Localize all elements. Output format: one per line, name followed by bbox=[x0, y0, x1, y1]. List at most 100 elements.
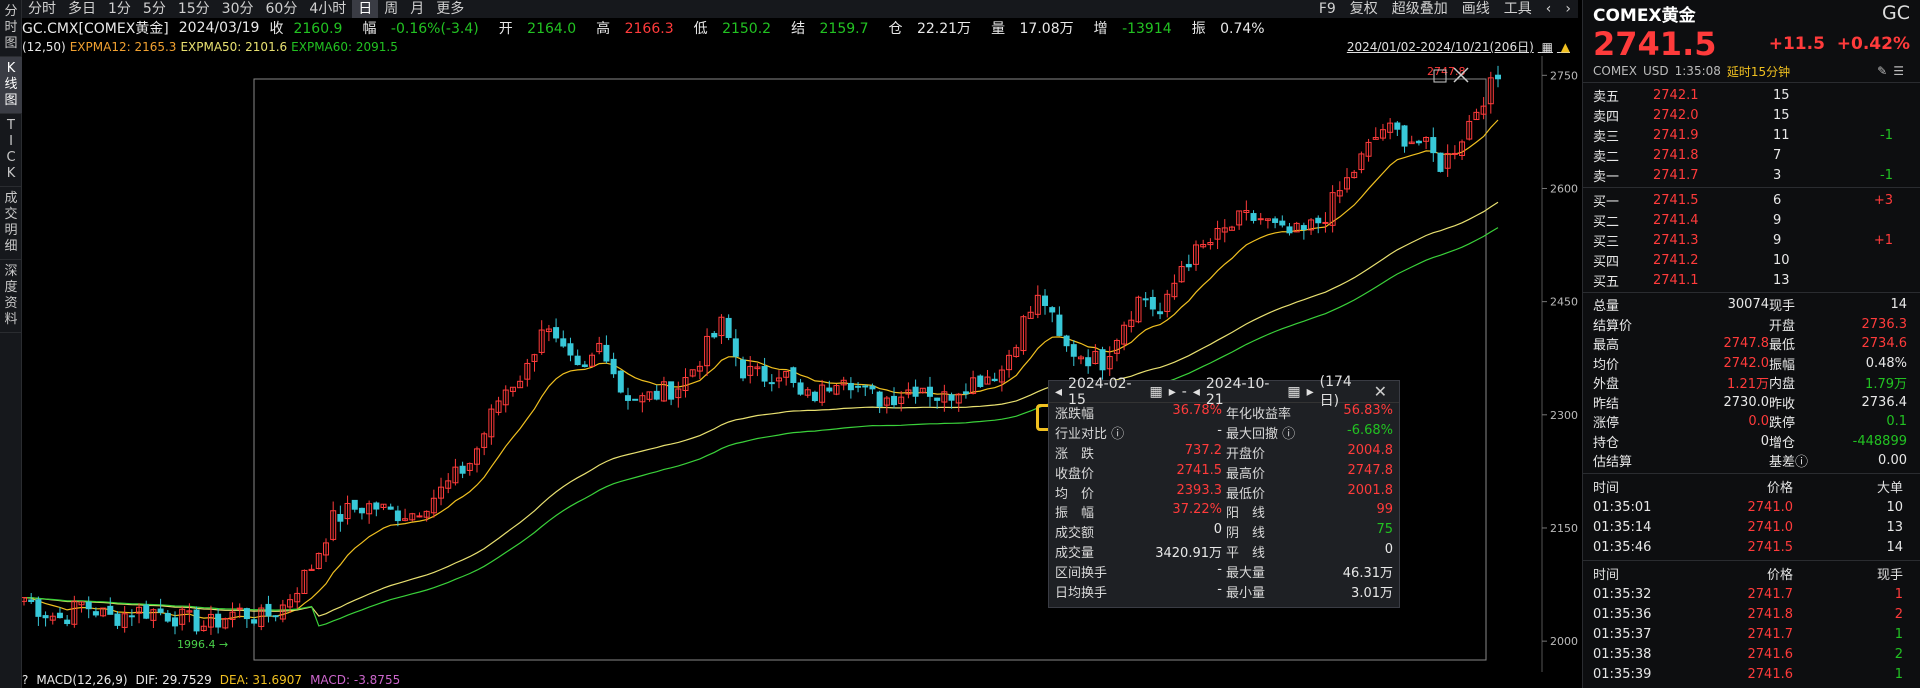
candle-body bbox=[991, 378, 998, 382]
candle-body bbox=[826, 387, 833, 392]
price: 2741.6 bbox=[1747, 667, 1794, 682]
rail-kline[interactable]: K 线 图 bbox=[0, 57, 22, 114]
stat-value: 2734.6 bbox=[1861, 336, 1908, 352]
orderbook-row: 买四 2741.2 10 bbox=[1583, 250, 1920, 270]
macd-label: MACD(12,26,9) bbox=[36, 673, 128, 687]
stat-label: 涨跌幅 bbox=[1055, 407, 1095, 423]
f9-button[interactable]: F9 bbox=[1312, 0, 1343, 18]
period-day[interactable]: 日 bbox=[352, 0, 379, 18]
period-month[interactable]: 月 bbox=[404, 0, 430, 18]
next-start-icon[interactable]: ▸ bbox=[1169, 384, 1176, 400]
adjust-button[interactable]: 复权 bbox=[1343, 0, 1385, 18]
popup-row: 行业对比 ⓘ - 最大回撤 ⓘ -6.68% bbox=[1049, 423, 1399, 443]
candle-body bbox=[761, 366, 768, 382]
rail-tick[interactable]: T I C K bbox=[0, 114, 22, 187]
left-rail: 分 时 图 K 线 图 T I C K 成 交 明 细 深 度 资 料 bbox=[0, 0, 22, 688]
popup-cell: 阳 线 99 bbox=[1224, 502, 1395, 521]
period-30min[interactable]: 30分 bbox=[216, 0, 260, 18]
macd-help-icon[interactable]: ? bbox=[22, 673, 28, 687]
stat-value: 46.31万 bbox=[1342, 565, 1393, 581]
calendar-end-icon[interactable]: ▦ bbox=[1287, 384, 1300, 400]
stat-value: 0 bbox=[1213, 522, 1222, 538]
time: 01:35:32 bbox=[1593, 587, 1652, 602]
period-week[interactable]: 周 bbox=[378, 0, 404, 18]
time: 01:35:01 bbox=[1593, 500, 1652, 515]
candle-body bbox=[1401, 125, 1408, 147]
y-tick-label: 2000 bbox=[1550, 635, 1578, 648]
stat-value: 2736.4 bbox=[1861, 394, 1908, 410]
expand-icon[interactable]: › bbox=[1558, 0, 1578, 18]
close-icon[interactable]: ✕ bbox=[1374, 382, 1387, 401]
candle-body bbox=[171, 617, 178, 627]
tick-row: 01:35:39 2741.6 1 bbox=[1583, 665, 1920, 685]
list-icon[interactable]: ☰ bbox=[1893, 64, 1904, 78]
period-15min[interactable]: 15分 bbox=[172, 0, 216, 18]
size: 10 bbox=[1886, 500, 1903, 515]
date-range[interactable]: 2024/01/02-2024/10/21(206日) ▦ ▲ bbox=[1347, 38, 1574, 55]
stat-value: 3.01万 bbox=[1351, 585, 1393, 601]
next-end-icon[interactable]: ▸ bbox=[1307, 384, 1314, 400]
y-tick-label: 2150 bbox=[1550, 522, 1578, 535]
stat-label: 昨结 bbox=[1593, 396, 1620, 412]
period-1min[interactable]: 1分 bbox=[102, 0, 137, 18]
ob-price: 2741.2 bbox=[1653, 252, 1699, 268]
candle-body bbox=[668, 381, 675, 400]
candle-body bbox=[847, 382, 854, 391]
candle-body bbox=[193, 609, 200, 632]
overlay-button[interactable]: 超级叠加 bbox=[1385, 0, 1455, 18]
prev-end-icon[interactable]: ◂ bbox=[1193, 384, 1200, 400]
orderbook-row: 卖二 2741.8 7 bbox=[1583, 145, 1920, 165]
ob-label: 卖二 bbox=[1593, 149, 1620, 165]
app-root: 分 时 图 K 线 图 T I C K 成 交 明 细 深 度 资 料 分时 多… bbox=[0, 0, 1920, 688]
period-timeshare[interactable]: 分时 bbox=[22, 0, 62, 18]
ob-qty: 15 bbox=[1773, 87, 1790, 103]
rail-timeshare[interactable]: 分 时 图 bbox=[0, 0, 22, 57]
stat-row: 涨停 0.0 跌停 0.1 bbox=[1583, 412, 1920, 432]
stat-value: 2001.8 bbox=[1347, 482, 1394, 498]
edit-icon[interactable]: ✎ bbox=[1877, 64, 1887, 78]
price: 2741.8 bbox=[1747, 607, 1794, 622]
draw-button[interactable]: 画线 bbox=[1455, 0, 1497, 18]
candle-body bbox=[215, 613, 222, 628]
tools-button[interactable]: 工具 bbox=[1497, 0, 1539, 18]
period-multiday[interactable]: 多日 bbox=[62, 0, 102, 18]
popup-row: 区间换手 - 最大量 46.31万 bbox=[1049, 561, 1399, 581]
quote-meta: COMEX USD 1:35:08 延时15分钟 ✎ ☰ bbox=[1593, 64, 1904, 79]
period-more[interactable]: 更多 bbox=[430, 0, 470, 18]
ask-book: 卖五 2742.1 15 卖四 2742.0 15 卖三 2741.9 11 -1 卖二 2741.8… bbox=[1583, 85, 1920, 185]
candle-body bbox=[337, 514, 344, 522]
candle-body bbox=[553, 327, 560, 339]
stat-value: 30074 bbox=[1727, 297, 1769, 313]
popup-cell: 阴 线 75 bbox=[1224, 522, 1395, 541]
calendar-start-icon[interactable]: ▦ bbox=[1150, 384, 1163, 400]
stat-value: 0.0 bbox=[1748, 414, 1769, 430]
popup-cell: 最大回撤 ⓘ -6.68% bbox=[1224, 423, 1395, 442]
stat-label: 年化收益率 bbox=[1226, 407, 1292, 423]
stat-value: 0 bbox=[1384, 541, 1393, 557]
rail-trades[interactable]: 成 交 明 细 bbox=[0, 187, 22, 260]
low-marker: 1996.4 → bbox=[177, 638, 228, 651]
prev-start-icon[interactable]: ◂ bbox=[1055, 384, 1062, 400]
period-5min[interactable]: 5分 bbox=[137, 0, 172, 18]
candle-body bbox=[1415, 140, 1422, 144]
time: 01:35:38 bbox=[1593, 647, 1652, 662]
big-orders: 01:35:01 2741.0 10 01:35:14 2741.0 13 01:35:46… bbox=[1583, 498, 1920, 558]
ema-param[interactable]: (12,50) bbox=[22, 40, 66, 54]
candle-body bbox=[948, 394, 955, 401]
popup-cell: 年化收益率 56.83% bbox=[1224, 403, 1395, 422]
stat-label: 阴 线 bbox=[1226, 526, 1266, 542]
size: 1 bbox=[1894, 627, 1903, 642]
candle-body bbox=[92, 611, 99, 616]
period-60min[interactable]: 60分 bbox=[260, 0, 304, 18]
stat-row: 总量 30074 现手 14 bbox=[1583, 295, 1920, 315]
candle-body bbox=[740, 359, 747, 379]
collapse-icon[interactable]: ‹ bbox=[1539, 0, 1559, 18]
tick-row: 01:35:32 2741.7 1 bbox=[1583, 585, 1920, 605]
stat-value: 1.79万 bbox=[1865, 377, 1907, 393]
popup-cell: 平 线 0 bbox=[1224, 542, 1395, 561]
rail-depth[interactable]: 深 度 资 料 bbox=[0, 260, 22, 333]
period-4h[interactable]: 4小时 bbox=[303, 0, 352, 18]
stat-value: 37.22% bbox=[1172, 502, 1222, 518]
stat-row: 持仓 0 增仓 -448899 bbox=[1583, 432, 1920, 452]
candle-body bbox=[610, 358, 617, 375]
